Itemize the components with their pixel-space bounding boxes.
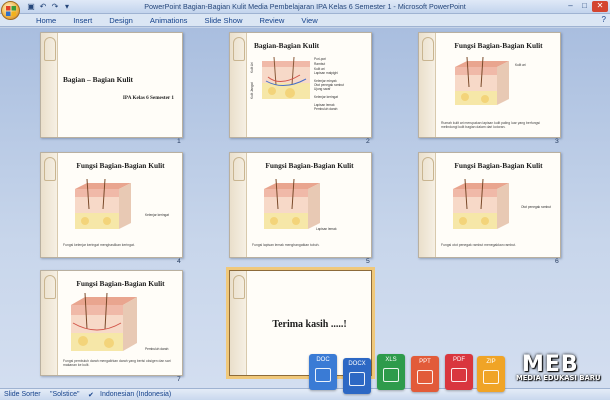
skin-illustration [75, 179, 131, 229]
theme-status: "Solstice" [50, 391, 80, 398]
slide-decoration [419, 33, 436, 137]
help-icon[interactable]: ? [602, 15, 606, 24]
tab-review[interactable]: Review [251, 14, 293, 27]
diagram-label: Ujung saraf [314, 87, 331, 91]
slide-caption: Fungsi pembuluh darah mengalirkan darah … [63, 359, 171, 368]
slide-subtitle: IPA Kelas 6 Semester 1 [122, 95, 174, 101]
skin-illustration [264, 179, 320, 229]
doc-file-icon: DOC [309, 354, 337, 390]
slide-decoration [230, 271, 247, 375]
callout-label: Otot penegak rambut [521, 205, 551, 209]
slide-title: Fungsi Bagian-Bagian Kulit [454, 161, 543, 170]
skin-illustration [455, 57, 509, 105]
diagram-side-label: Kulit Ari [250, 62, 254, 73]
slide-title: Terima kasih .....! [272, 319, 347, 330]
view-status: Slide Sorter [4, 391, 41, 398]
callout-label: Kulit ari [515, 63, 526, 67]
brand-tagline: MEDIA EDUKASI BARU [516, 374, 601, 382]
slide-number: 7 [177, 376, 181, 383]
slide-title: Fungsi Bagian-Bagian Kulit [76, 161, 165, 170]
skin-illustration [71, 293, 137, 351]
slide-decoration [41, 33, 58, 137]
window-controls: – □ ✕ [564, 1, 608, 12]
slide-decoration [230, 33, 247, 137]
callout-label: Pembuluh darah [145, 347, 169, 351]
callout-label: Lapisan lemak [316, 227, 337, 231]
slide-thumbnail-2[interactable]: Bagian-Bagian Kulit Pori-pori Rambut Kul… [229, 32, 372, 138]
maximize-button[interactable]: □ [578, 1, 591, 12]
slide-title: Fungsi Bagian-Bagian Kulit [265, 161, 354, 170]
slide-number: 2 [366, 138, 370, 145]
window-title: PowerPoint Bagian-Bagian Kulit Media Pem… [144, 2, 466, 11]
minimize-button[interactable]: – [564, 1, 577, 12]
office-button[interactable] [1, 1, 20, 20]
slide-decoration [41, 271, 58, 375]
docx-file-icon: DOCX [343, 358, 371, 394]
office-logo-icon [6, 6, 16, 16]
slide-number: 5 [366, 258, 370, 265]
slide-title: Fungsi Bagian-Bagian Kulit [454, 41, 543, 50]
slide-title: Fungsi Bagian-Bagian Kulit [76, 279, 165, 288]
slide-caption: Fungsi otot penegak rambut menegakkan ra… [441, 243, 517, 247]
slide-decoration [419, 153, 436, 257]
slide-thumbnail-6[interactable]: Fungsi Bagian-Bagian Kulit Otot penegak … [418, 152, 561, 258]
tab-slide-show[interactable]: Slide Show [196, 14, 251, 27]
language-status[interactable]: Indonesian (Indonesia) [100, 391, 171, 398]
slide-title: Bagian-Bagian Kulit [254, 41, 320, 50]
tab-home[interactable]: Home [28, 14, 65, 27]
slide-thumbnail-7[interactable]: Fungsi Bagian-Bagian Kulit Pembuluh dara… [40, 270, 183, 376]
slide-decoration [41, 153, 58, 257]
skin-diagram [262, 57, 310, 99]
diagram-label: Rambut [314, 62, 326, 66]
diagram-label: Pori-pori [314, 57, 327, 61]
slide-sorter-pane[interactable]: Bagian – Bagian Kulit IPA Kelas 6 Semest… [0, 28, 610, 388]
slide-thumbnail-1[interactable]: Bagian – Bagian Kulit IPA Kelas 6 Semest… [40, 32, 183, 138]
zip-file-icon: ZIP [477, 356, 505, 392]
close-button[interactable]: ✕ [592, 1, 608, 12]
slide-number: 4 [177, 258, 181, 265]
tab-view[interactable]: View [293, 14, 326, 27]
diagram-label: Kelenjar keringat [314, 95, 338, 99]
title-bar: ▣ ↶ ↷ ▾ PowerPoint Bagian-Bagian Kulit M… [0, 0, 610, 14]
slide-decoration [230, 153, 247, 257]
slide-thumbnail-4[interactable]: Fungsi Bagian-Bagian Kulit Kelenjar keri… [40, 152, 183, 258]
xls-file-icon: XLS [377, 354, 405, 390]
pdf-file-icon: PDF [445, 354, 473, 390]
diagram-side-label: Kulit Jangat [250, 82, 254, 99]
diagram-label: Pembuluh darah [314, 107, 338, 111]
slide-number: 1 [177, 138, 181, 145]
slide-caption: Fungsi lapisan lemak menghangatkan tubuh… [252, 243, 320, 247]
callout-label: Kelenjar keringat [145, 213, 169, 217]
diagram-label: Lapisan malpighi [314, 71, 338, 75]
ribbon-tabs: Home Insert Design Animations Slide Show… [0, 14, 610, 27]
slide-title: Bagian – Bagian Kulit [63, 75, 134, 84]
slide-caption: Fungsi kelenjar keringat menghasilkan ke… [63, 243, 135, 247]
tab-insert[interactable]: Insert [65, 14, 101, 27]
slide-caption: Rumah kulit ari merupakan lapisan kulit … [441, 121, 540, 130]
slide-thumbnail-3[interactable]: Fungsi Bagian-Bagian Kulit Kulit ari Rum… [418, 32, 561, 138]
tab-design[interactable]: Design [101, 14, 142, 27]
slide-thumbnail-5[interactable]: Fungsi Bagian-Bagian Kulit Lapisan lemak… [229, 152, 372, 258]
skin-illustration [453, 179, 509, 229]
slide-number: 6 [555, 258, 559, 265]
tab-animations[interactable]: Animations [142, 14, 197, 27]
slide-number: 3 [555, 138, 559, 145]
spell-check-icon[interactable]: ✔ [88, 391, 94, 399]
ppt-file-icon: PPT [411, 356, 439, 392]
